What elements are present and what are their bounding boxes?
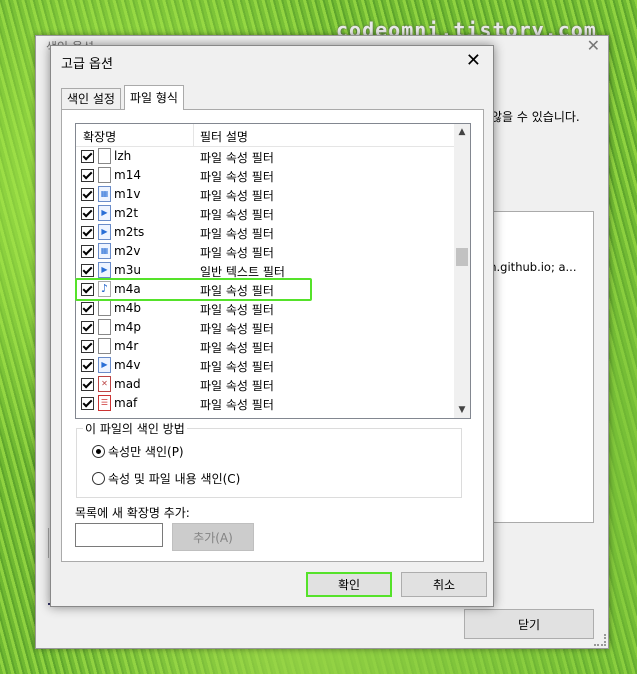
filter-cell: 파일 속성 필터 [200, 227, 274, 241]
column-header-extension[interactable]: 확장명 [83, 128, 116, 145]
index-method-group: 이 파일의 색인 방법 속성만 색인(P) 속성 및 파일 내용 색인(C) [76, 420, 462, 498]
checkbox[interactable] [81, 150, 94, 163]
extension-cell: m4b [114, 301, 141, 315]
extension-cell: m3u [114, 263, 141, 277]
video-file-icon: ▦ [98, 243, 111, 259]
filter-cell: 파일 속성 필터 [200, 398, 274, 412]
radio-label-properties-and-contents[interactable]: 속성 및 파일 내용 색인(C) [108, 470, 240, 487]
extension-cell: m4p [114, 320, 141, 334]
filter-cell: 파일 속성 필터 [200, 151, 274, 165]
tab-index-settings[interactable]: 색인 설정 [61, 88, 121, 109]
filter-cell: 파일 속성 필터 [200, 360, 274, 374]
extension-cell: m2ts [114, 225, 145, 239]
extension-cell: m2v [114, 244, 141, 258]
radio-properties-and-contents[interactable] [92, 472, 105, 485]
media-file-icon: ▶ [98, 224, 111, 240]
checkbox[interactable] [81, 321, 94, 334]
checkbox[interactable] [81, 359, 94, 372]
blank-file-icon [98, 338, 111, 354]
scrollbar-thumb[interactable] [456, 248, 468, 266]
scroll-up-icon[interactable]: ▲ [454, 124, 470, 140]
filter-cell: 파일 속성 필터 [200, 341, 274, 355]
vertical-scrollbar[interactable]: ▲ ▼ [454, 124, 470, 418]
checkbox[interactable] [81, 397, 94, 410]
table-row[interactable]: ▶ m2ts 파일 속성 필터 [76, 223, 454, 242]
extension-cell: m2t [114, 206, 139, 220]
column-header-filter[interactable]: 필터 설명 [200, 128, 248, 145]
file-types-list[interactable]: 확장명 필터 설명 lzh 파일 속성 필터 m14 파일 속성 필터 ▦ m1v 파일… [75, 123, 471, 419]
extension-cell: m1v [114, 187, 141, 201]
extension-cell: mad [114, 377, 141, 391]
checkbox[interactable] [81, 245, 94, 258]
add-button[interactable]: 추가(A) [172, 523, 254, 551]
table-row[interactable]: ☰ maf 파일 속성 필터 [76, 394, 454, 413]
resize-grip[interactable] [594, 634, 606, 646]
filter-cell: 파일 속성 필터 [200, 246, 274, 260]
column-separator[interactable] [193, 124, 194, 146]
ok-button[interactable]: 확인 [306, 572, 392, 597]
radio-label-properties-only[interactable]: 속성만 색인(P) [108, 443, 184, 460]
filter-cell: 파일 속성 필터 [200, 170, 274, 184]
filter-cell: 파일 속성 필터 [200, 379, 274, 393]
highlight-box [75, 278, 312, 301]
extension-cell: m4v [114, 358, 141, 372]
advanced-options-dialog: 고급 옵션 ✕ 색인 설정 파일 형식 확장명 필터 설명 lzh 파일 속성 필… [50, 45, 494, 607]
checkbox[interactable] [81, 207, 94, 220]
table-row[interactable]: lzh 파일 속성 필터 [76, 147, 454, 166]
media-file-icon: ▶ [98, 205, 111, 221]
video-file-icon: ▦ [98, 186, 111, 202]
extension-cell: m4r [114, 339, 139, 353]
radio-properties-only[interactable] [92, 445, 105, 458]
blank-file-icon [98, 148, 111, 164]
file-types-panel: 확장명 필터 설명 lzh 파일 속성 필터 m14 파일 속성 필터 ▦ m1v 파일… [61, 109, 484, 562]
checkbox[interactable] [81, 302, 94, 315]
add-extension-input[interactable] [75, 523, 163, 547]
checkbox[interactable] [81, 226, 94, 239]
blank-file-icon [98, 319, 111, 335]
table-row[interactable]: ▶ m4v 파일 속성 필터 [76, 356, 454, 375]
extension-cell: lzh [114, 149, 132, 163]
cancel-button[interactable]: 취소 [401, 572, 487, 597]
blank-file-icon [98, 300, 111, 316]
checkbox[interactable] [81, 378, 94, 391]
access-file-icon: ✕ [98, 376, 111, 392]
checkbox[interactable] [81, 188, 94, 201]
close-icon[interactable]: ✕ [466, 50, 481, 71]
tab-file-types[interactable]: 파일 형식 [124, 85, 184, 110]
blank-file-icon [98, 167, 111, 183]
checkbox[interactable] [81, 264, 94, 277]
filter-cell: 파일 속성 필터 [200, 189, 274, 203]
checkbox[interactable] [81, 340, 94, 353]
extension-cell: m14 [114, 168, 141, 182]
table-row[interactable]: ▶ m2t 파일 속성 필터 [76, 204, 454, 223]
filter-cell: 파일 속성 필터 [200, 303, 274, 317]
add-extension-label: 목록에 새 확장명 추가: [75, 506, 190, 520]
table-row[interactable]: ✕ mad 파일 속성 필터 [76, 375, 454, 394]
scroll-down-icon[interactable]: ▼ [454, 402, 470, 418]
checkbox[interactable] [81, 169, 94, 182]
media-file-icon: ▶ [98, 262, 111, 278]
extension-cell: maf [114, 396, 138, 410]
list-header: 확장명 필터 설명 [76, 124, 454, 147]
table-row[interactable]: m4b 파일 속성 필터 [76, 299, 454, 318]
table-row[interactable]: m4p 파일 속성 필터 [76, 318, 454, 337]
close-icon[interactable]: ✕ [587, 36, 600, 55]
table-row[interactable]: ▦ m2v 파일 속성 필터 [76, 242, 454, 261]
media-file-icon: ▶ [98, 357, 111, 373]
filter-cell: 파일 속성 필터 [200, 322, 274, 336]
table-row[interactable]: ▦ m1v 파일 속성 필터 [76, 185, 454, 204]
close-button[interactable]: 닫기 [464, 609, 594, 639]
table-row[interactable]: m14 파일 속성 필터 [76, 166, 454, 185]
description-fragment: 않을 수 있습니다. [491, 110, 580, 124]
form-file-icon: ☰ [98, 395, 111, 411]
group-legend: 이 파일의 색인 방법 [83, 420, 187, 437]
dialog-title: 고급 옵션 [61, 57, 113, 72]
filter-cell: 파일 속성 필터 [200, 208, 274, 222]
table-row[interactable]: m4r 파일 속성 필터 [76, 337, 454, 356]
